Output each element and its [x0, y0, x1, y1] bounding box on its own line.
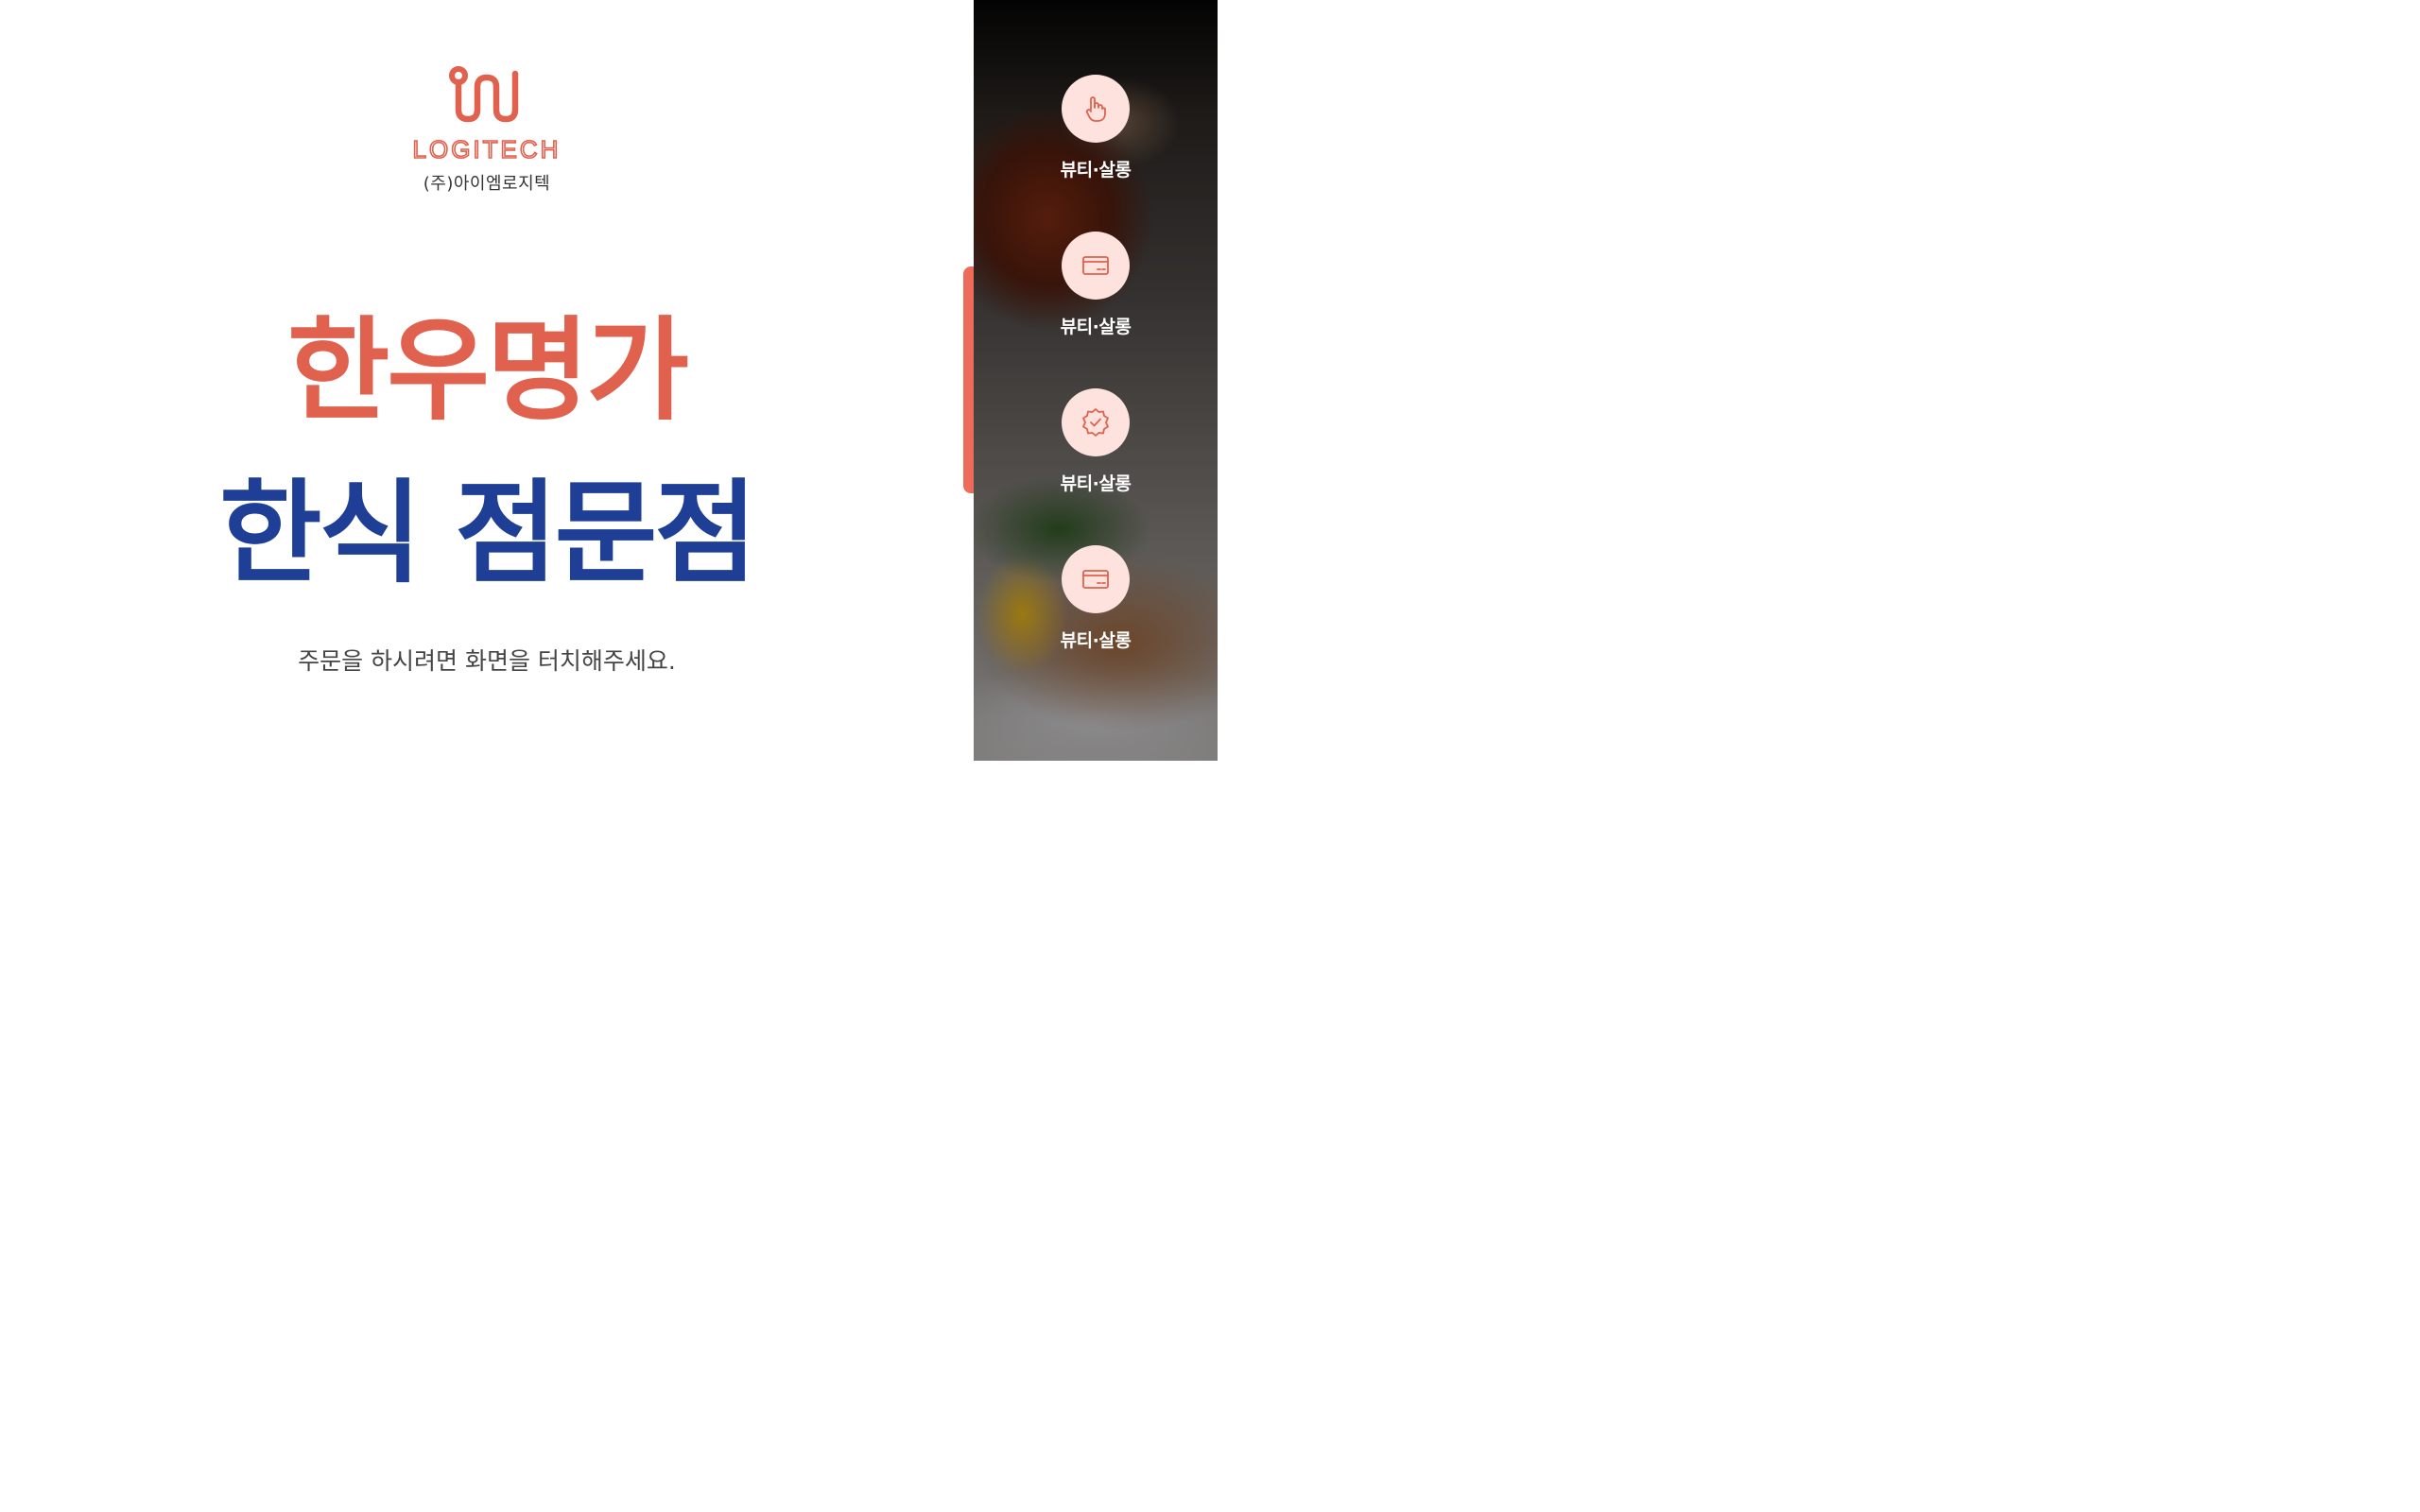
menu-icon-circle — [1062, 388, 1130, 456]
verified-badge-icon — [1082, 408, 1109, 437]
menu-item-label: 뷰티·살롱 — [1060, 160, 1132, 180]
brand-logo-mark-icon — [449, 66, 519, 123]
card-icon — [1082, 256, 1109, 275]
brand-wordmark-text: LOGITECH — [413, 138, 562, 161]
menu-item-label: 뷰티·살롱 — [1060, 630, 1132, 651]
menu-icon-circle — [1062, 75, 1130, 143]
card-icon — [1082, 570, 1109, 589]
touch-prompt: 주문을 하시려면 화면을 터치해주세요. — [298, 647, 676, 675]
store-subtitle: 한식 점문점 — [219, 468, 757, 598]
menu-item-label: 뷰티·살롱 — [1060, 473, 1132, 494]
category-strip: 뷰티·살롱 뷰티·살롱 뷰티·살롱 뷰티·살롱 — [974, 0, 1218, 761]
store-title: 한우명가 — [286, 305, 689, 436]
pointer-hand-icon — [1085, 96, 1106, 122]
kiosk-screen[interactable]: LOGITECH (주)아이엠로지텍 한우명가 한식 점문점 주문을 하시려면 … — [0, 0, 2420, 1512]
brand-wordmark: LOGITECH — [412, 138, 562, 161]
company-name: (주)아이엠로지텍 — [423, 174, 551, 194]
menu-item-1[interactable]: 뷰티·살롱 — [974, 75, 1218, 198]
menu-item-label: 뷰티·살롱 — [1060, 317, 1132, 337]
intro-panel[interactable]: LOGITECH (주)아이엠로지텍 한우명가 한식 점문점 주문을 하시려면 … — [0, 0, 974, 761]
menu-item-3[interactable]: 뷰티·살롱 — [974, 388, 1218, 511]
menu-icon-circle — [1062, 232, 1130, 300]
menu-item-4[interactable]: 뷰티·살롱 — [974, 545, 1218, 668]
brand-block: LOGITECH (주)아이엠로지텍 — [0, 66, 974, 195]
menu-icon-circle — [1062, 545, 1130, 613]
menu-item-2[interactable]: 뷰티·살롱 — [974, 232, 1218, 354]
